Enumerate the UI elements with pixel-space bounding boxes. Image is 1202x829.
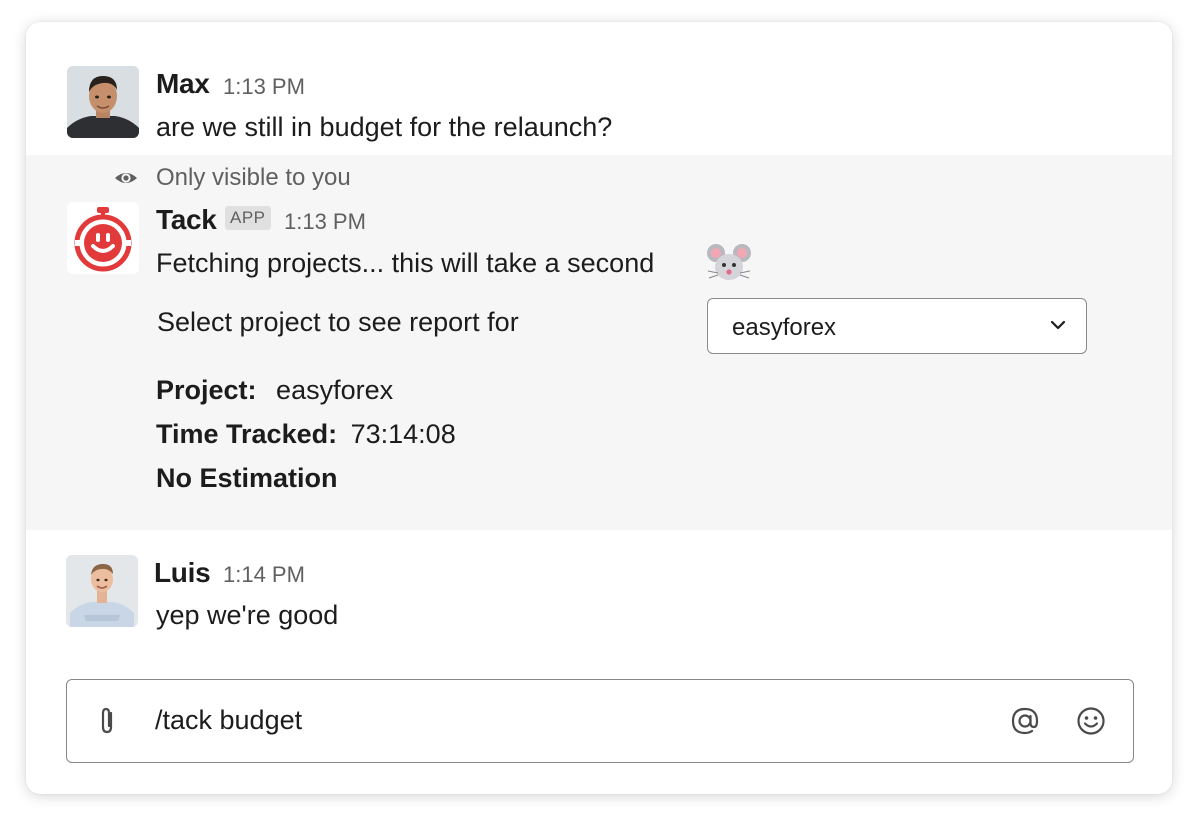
- time-tracked-value: 73:14:08: [350, 419, 456, 449]
- eye-icon: [115, 173, 137, 183]
- time-tracked-row: Time Tracked: 73:14:08: [156, 419, 456, 450]
- mouse-face-emoji-icon: [707, 244, 751, 280]
- timestamp[interactable]: 1:14 PM: [223, 562, 305, 588]
- author-name[interactable]: Luis: [154, 557, 211, 589]
- chevron-down-icon: [1050, 320, 1066, 330]
- message-composer[interactable]: /tack budget: [66, 679, 1134, 763]
- author-name[interactable]: Max: [156, 68, 210, 100]
- avatar-luis-image: [66, 555, 138, 627]
- timestamp[interactable]: 1:13 PM: [223, 74, 305, 100]
- visibility-note: Only visible to you: [156, 164, 351, 191]
- project-row: Project: easyforex: [156, 375, 393, 406]
- avatar-max[interactable]: [67, 66, 139, 138]
- project-label: Project:: [156, 375, 257, 405]
- time-tracked-label: Time Tracked:: [156, 419, 338, 449]
- avatar-tack[interactable]: [67, 202, 139, 274]
- project-value: easyforex: [276, 375, 394, 405]
- message-text: are we still in budget for the relaunch?: [156, 112, 613, 142]
- select-prompt: Select project to see report for: [157, 307, 519, 337]
- stopwatch-icon: [67, 202, 139, 274]
- avatar-luis[interactable]: [66, 555, 138, 627]
- author-name[interactable]: Tack: [156, 204, 217, 236]
- message-text: Fetching projects... this will take a se…: [156, 248, 655, 278]
- project-select[interactable]: easyforex: [707, 298, 1087, 354]
- emoji-icon[interactable]: [1074, 704, 1108, 738]
- timestamp[interactable]: 1:13 PM: [284, 209, 366, 235]
- chat-window: Max 1:13 PM are we still in budget for t…: [26, 22, 1172, 794]
- message-text: yep we're good: [156, 600, 339, 630]
- at-sign-icon[interactable]: [1008, 704, 1042, 738]
- project-select-value: easyforex: [732, 314, 837, 341]
- estimation-status: No Estimation: [156, 463, 338, 493]
- composer-input[interactable]: /tack budget: [155, 705, 302, 736]
- app-badge: APP: [225, 206, 271, 230]
- paperclip-icon[interactable]: [91, 704, 125, 738]
- avatar-max-image: [67, 66, 139, 138]
